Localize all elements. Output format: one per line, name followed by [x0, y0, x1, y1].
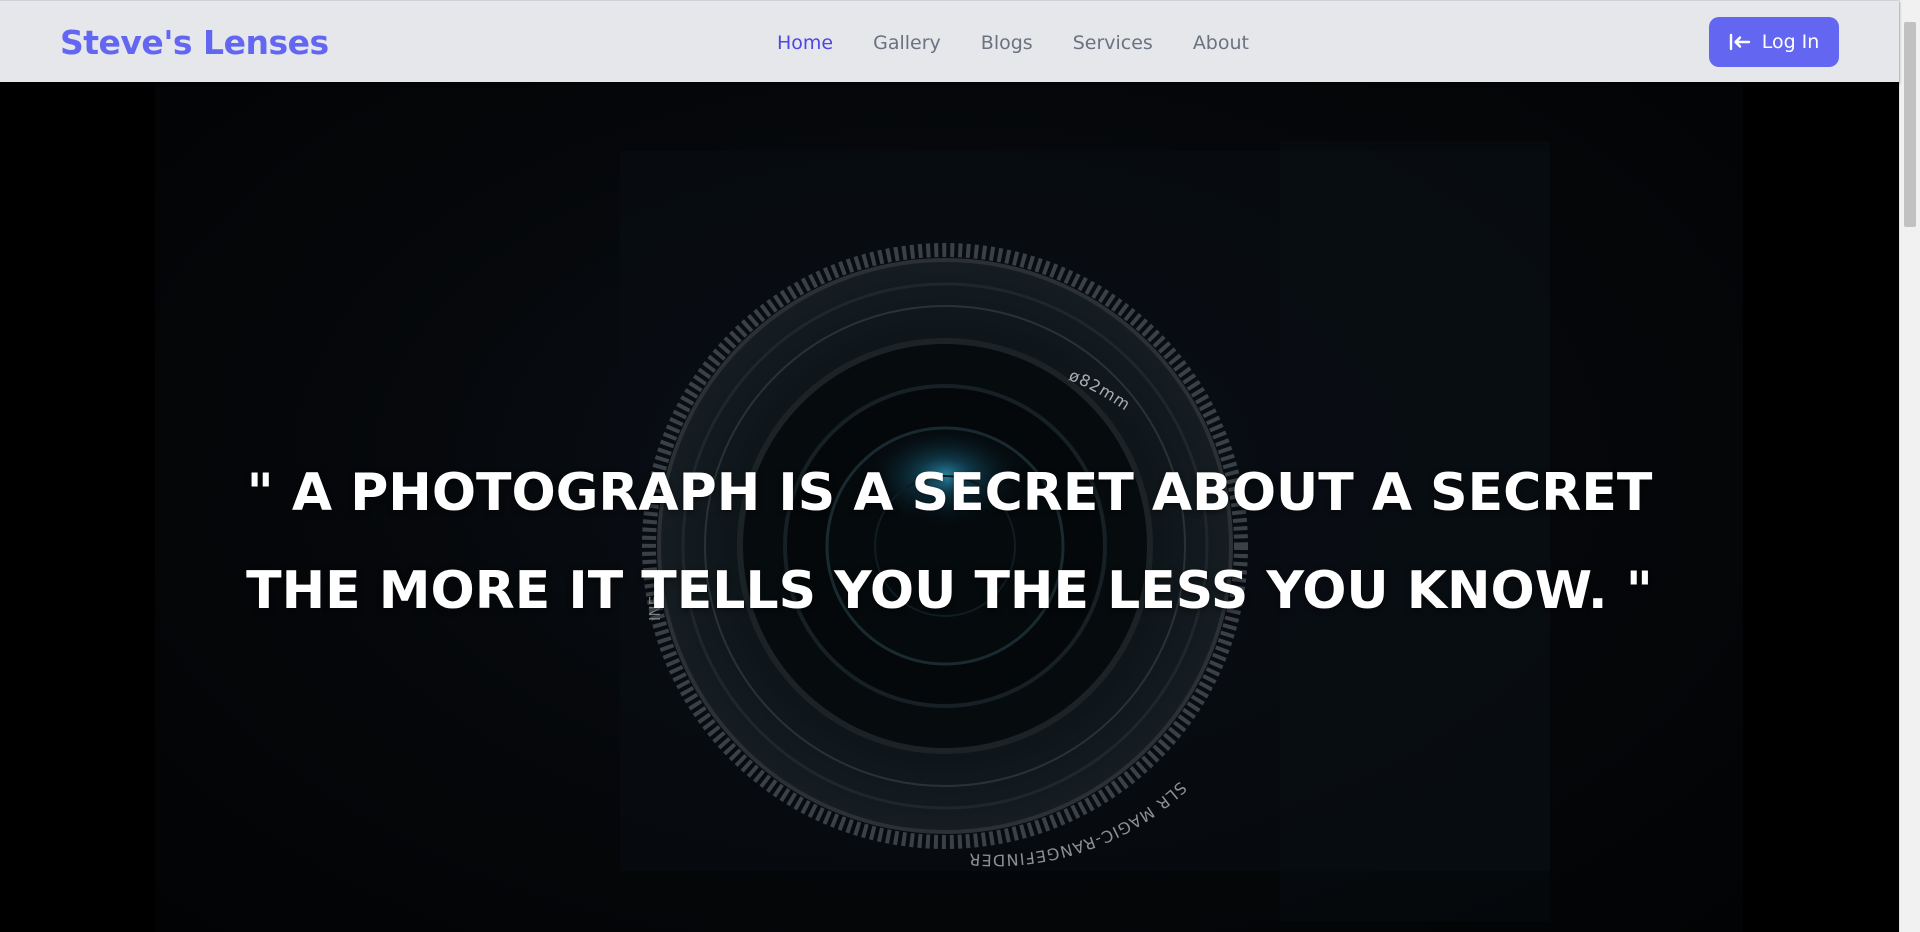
nav-links: Home Gallery Blogs Services About — [777, 31, 1249, 55]
login-arrow-icon — [1729, 33, 1751, 51]
login-button[interactable]: Log In — [1709, 17, 1839, 67]
quote-line-1: " A PHOTOGRAPH IS A SECRET ABOUT A SECRE… — [246, 463, 1653, 523]
nav-link-blogs[interactable]: Blogs — [981, 31, 1033, 55]
nav-link-home[interactable]: Home — [777, 31, 833, 55]
hero-section: ø82mm INE SLR MAGIC-RANGEFINDER " A PHOT… — [0, 81, 1899, 932]
page: Steve's Lenses Home Gallery Blogs Servic… — [0, 0, 1920, 932]
login-button-label: Log In — [1761, 31, 1820, 53]
brand-logo[interactable]: Steve's Lenses — [60, 23, 329, 63]
nav-link-about[interactable]: About — [1193, 31, 1249, 55]
scrollbar-thumb[interactable] — [1904, 22, 1916, 227]
navbar: Steve's Lenses Home Gallery Blogs Servic… — [0, 0, 1899, 82]
quote-line-2: THE MORE IT TELLS YOU THE LESS YOU KNOW.… — [246, 561, 1653, 621]
page-scrollbar[interactable] — [1899, 0, 1920, 932]
hero-quote: " A PHOTOGRAPH IS A SECRET ABOUT A SECRE… — [150, 444, 1749, 640]
nav-link-gallery[interactable]: Gallery — [873, 31, 941, 55]
nav-link-services[interactable]: Services — [1073, 31, 1153, 55]
